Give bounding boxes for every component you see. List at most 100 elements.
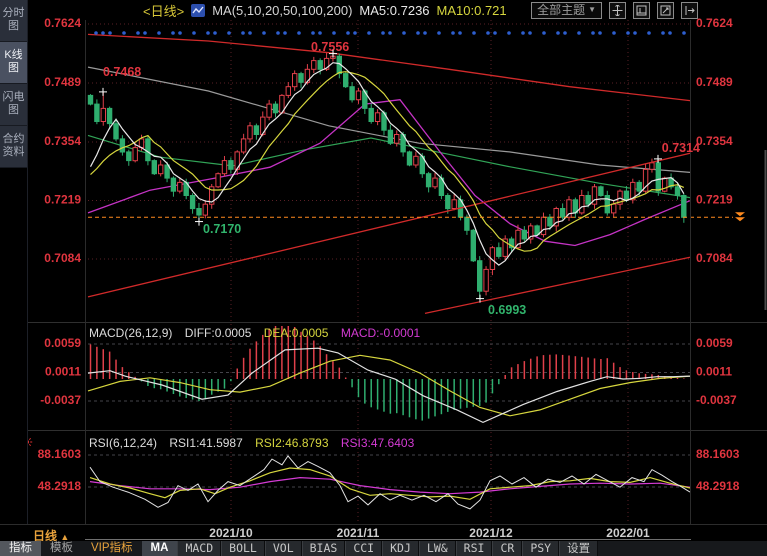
sidebar-tab[interactable]: 合约资料 <box>0 126 27 168</box>
axis-tick-label: 0.7354 <box>696 134 733 148</box>
symbol-title: 澳元美元 <box>88 1 140 20</box>
price-annotation: 0.7556 <box>311 40 349 54</box>
axis-tick-label: 0.7354 <box>44 134 81 148</box>
event-dot <box>101 31 105 35</box>
axis-tick-label: 88.1603 <box>696 447 740 461</box>
axis-tick-label: 0.7624 <box>696 16 733 30</box>
event-dot <box>171 31 175 35</box>
toolbar-item[interactable]: PSY <box>522 541 559 556</box>
candle-body <box>88 95 92 104</box>
candle-body <box>190 196 194 209</box>
event-dot <box>416 31 420 35</box>
axis-tick-label: 0.7219 <box>44 193 81 207</box>
candle-body <box>433 178 437 187</box>
toolbar-item[interactable]: LW& <box>419 541 456 556</box>
rsi-legend: RSI(6,12,24) RSI1:41.5987 RSI2:46.8793 R… <box>89 436 423 450</box>
toolbar-item[interactable]: BIAS <box>302 541 346 556</box>
candle-body <box>650 163 654 170</box>
candle-body <box>624 191 628 200</box>
event-dot <box>332 31 336 35</box>
event-dot <box>311 31 315 35</box>
candle-body <box>369 108 373 121</box>
event-dot <box>612 31 616 35</box>
event-dot <box>563 31 567 35</box>
zoom-range-icon[interactable] <box>633 2 650 19</box>
toolbar-item[interactable]: CR <box>492 541 522 556</box>
event-dot <box>633 31 637 35</box>
candle-body <box>541 217 545 234</box>
event-dot <box>458 31 462 35</box>
ma-params-label: MA(5,10,20,50,100,200) <box>212 3 352 18</box>
chart-type-sidebar: 分时图K线图闪电图合约资料 <box>0 0 28 524</box>
candle-body <box>375 113 379 122</box>
zoom-in-icon[interactable] <box>657 2 674 19</box>
event-dot <box>556 31 560 35</box>
event-dot <box>143 31 147 35</box>
axis-tick-label: 0.0059 <box>44 336 81 350</box>
candle-body <box>675 187 679 196</box>
candle-body <box>682 196 686 218</box>
candle-body <box>254 126 258 135</box>
sidebar-tab[interactable]: 闪电图 <box>0 84 27 126</box>
theme-dropdown-button[interactable]: 全部主题 ▼ <box>531 2 602 19</box>
month-tick-label: 2021/11 <box>337 526 380 540</box>
axis-tick-label: 0.0011 <box>696 365 732 379</box>
rsi1-value: RSI1:41.5987 <box>169 436 242 450</box>
event-dot <box>206 31 210 35</box>
candle-body <box>229 161 233 170</box>
trendline <box>88 153 690 297</box>
month-tick-label: 2022/01 <box>606 526 649 540</box>
toolbar-item[interactable]: 设置 <box>559 541 598 556</box>
event-dot <box>227 31 231 35</box>
crosshair-icon[interactable] <box>609 2 626 19</box>
axis-tick-label: 48.2918 <box>696 479 740 493</box>
axis-tick-label: 0.7624 <box>44 16 81 30</box>
axis-tick-label: -0.0037 <box>696 393 737 407</box>
price-annotation: 0.7170 <box>203 222 241 236</box>
toolbar-item[interactable]: RSI <box>456 541 493 556</box>
candle-body <box>273 104 277 113</box>
ma10-value: MA10:0.721 <box>437 3 507 18</box>
toolbar-item[interactable]: BOLL <box>221 541 265 556</box>
candle-body <box>286 87 290 96</box>
axis-tick-label: 88.1603 <box>38 447 82 461</box>
event-dot <box>367 31 371 35</box>
toolbar-item[interactable]: VOL <box>265 541 302 556</box>
event-dot <box>542 31 546 35</box>
toolbar-item[interactable]: 指标 <box>0 541 41 556</box>
toolbar-item[interactable]: CCI <box>345 541 382 556</box>
event-dot <box>157 31 161 35</box>
event-dot <box>647 31 651 35</box>
rsi3-value: RSI3:47.6403 <box>341 436 414 450</box>
macd-value: MACD:-0.0001 <box>341 326 420 340</box>
candle-body <box>612 204 616 213</box>
candle-body <box>241 139 245 152</box>
candle-body <box>101 108 105 121</box>
candle-body <box>580 196 584 213</box>
toolbar-item[interactable]: 模板 <box>41 541 82 556</box>
candle-body <box>312 61 316 70</box>
event-dot <box>668 31 672 35</box>
candle-body <box>484 269 488 291</box>
time-axis-row: 日线 ▲ 2021/102021/112021/122022/01 <box>0 524 767 542</box>
candle-body <box>452 200 456 209</box>
candle-body <box>203 204 207 215</box>
axis-tick-label: 0.7084 <box>44 251 81 265</box>
event-dot <box>136 31 140 35</box>
toolbar-item[interactable]: MACD <box>177 541 221 556</box>
sidebar-tab[interactable]: K线图 <box>0 42 27 84</box>
toolbar-item[interactable]: KDJ <box>382 541 419 556</box>
event-dot <box>493 31 497 35</box>
toolbar-item[interactable]: VIP指标 <box>82 541 142 556</box>
toolbar-item[interactable]: MA <box>142 541 178 556</box>
candle-body <box>95 104 99 121</box>
candle-body <box>478 261 482 292</box>
event-dot <box>486 31 490 35</box>
theme-dropdown-label: 全部主题 <box>537 3 585 17</box>
pan-right-icon[interactable] <box>681 2 698 19</box>
candle-body <box>388 130 392 143</box>
candle-body <box>586 196 590 205</box>
price-annotation: 0.7314 <box>662 141 700 155</box>
candle-body <box>146 139 150 161</box>
sidebar-tab[interactable]: 分时图 <box>0 0 27 42</box>
